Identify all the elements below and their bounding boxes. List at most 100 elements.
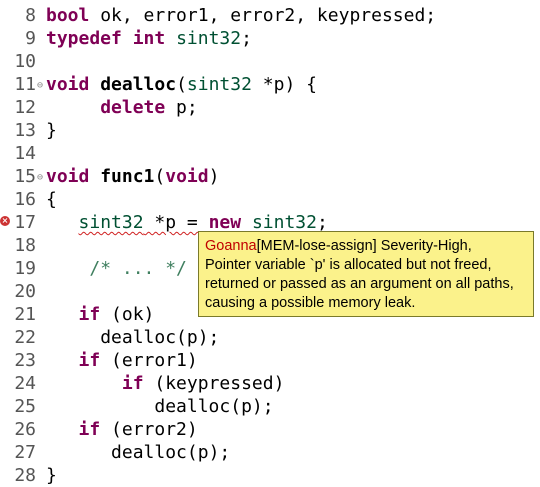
- code-line[interactable]: 9 typedef int sint32;: [0, 27, 540, 50]
- code-token: (ok): [100, 304, 155, 325]
- code-text: {: [46, 188, 57, 211]
- code-token: ok, error1, error2, keypressed;: [89, 5, 437, 26]
- keyword-token: delete: [100, 97, 166, 118]
- line-number: 14: [14, 143, 36, 164]
- code-token: ;: [241, 28, 252, 49]
- code-token: *p =: [143, 212, 209, 233]
- code-token: (: [176, 74, 187, 95]
- function-name-token: dealloc: [100, 74, 177, 95]
- line-number: 12: [14, 97, 36, 118]
- type-token: sint32: [251, 212, 317, 233]
- code-line[interactable]: 8 bool ok, error1, error2, keypressed;: [0, 4, 540, 27]
- code-token: (keypressed): [143, 373, 285, 394]
- line-number: 10: [14, 51, 36, 72]
- line-number: 25: [14, 396, 36, 417]
- line-number: 17: [14, 212, 36, 233]
- code-line[interactable]: 16 {: [0, 188, 540, 211]
- comment-token: /* ... */: [89, 258, 187, 279]
- code-token: ;: [316, 212, 328, 233]
- code-text: void func1(void): [46, 165, 219, 188]
- keyword-token: if: [78, 419, 101, 440]
- line-number: 18: [14, 235, 36, 256]
- line-number: 13: [14, 120, 36, 141]
- collapse-fold-icon[interactable]: ⊖: [37, 166, 43, 189]
- line-number: 15: [14, 166, 36, 187]
- line-number: 23: [14, 350, 36, 371]
- code-token: ): [208, 166, 220, 187]
- code-token: }: [46, 465, 57, 486]
- line-number: 20: [14, 281, 36, 302]
- line-number: 21: [14, 304, 36, 325]
- code-line[interactable]: 13}: [0, 119, 540, 142]
- code-token: dealloc(p);: [111, 442, 231, 463]
- line-number: 19: [14, 258, 36, 279]
- keyword-token: bool: [46, 5, 90, 26]
- keyword-token: int: [132, 28, 166, 49]
- code-text: bool ok, error1, error2, keypressed;: [46, 4, 436, 27]
- code-line[interactable]: 12 delete p;: [0, 96, 540, 119]
- code-token: (error1): [100, 350, 198, 371]
- code-text: /* ... */: [46, 257, 187, 280]
- code-text: if (ok): [46, 303, 155, 326]
- line-number: 9: [25, 28, 36, 49]
- tooltip-line-2: Pointer variable `p' is allocated but no…: [205, 257, 492, 273]
- type-token: sint32: [186, 74, 252, 95]
- tooltip-line-4: causing a possible memory leak.: [205, 295, 416, 311]
- type-token: sint32: [78, 212, 144, 233]
- code-text: dealloc(p);: [46, 326, 219, 349]
- code-text: }: [46, 119, 57, 142]
- code-token: dealloc(p);: [154, 396, 274, 417]
- code-text: if (error1): [46, 349, 198, 372]
- collapse-fold-icon[interactable]: ⊖: [37, 74, 43, 97]
- keyword-token: if: [121, 373, 144, 394]
- tooltip-source: Goanna: [205, 238, 257, 254]
- code-token: (error2): [100, 419, 198, 440]
- code-text: if (keypressed): [46, 372, 285, 395]
- line-number: 26: [14, 419, 36, 440]
- line-number: 8: [25, 5, 36, 26]
- code-token: {: [46, 189, 57, 210]
- code-line[interactable]: 15 ⊖ void func1(void): [0, 165, 540, 188]
- code-token: p;: [165, 97, 198, 118]
- keyword-token: void: [165, 166, 209, 187]
- code-text: if (error2): [46, 418, 198, 441]
- code-line[interactable]: 22 dealloc(p);: [0, 326, 540, 349]
- code-token: }: [46, 120, 57, 141]
- code-token: *p) {: [251, 74, 317, 95]
- code-token: dealloc(p);: [100, 327, 220, 348]
- code-token: (: [154, 166, 166, 187]
- code-line[interactable]: 23 if (error1): [0, 349, 540, 372]
- code-line[interactable]: 27 dealloc(p);: [0, 441, 540, 464]
- code-text: typedef int sint32;: [46, 27, 252, 50]
- code-line[interactable]: 25 dealloc(p);: [0, 395, 540, 418]
- function-name-token: func1: [100, 166, 155, 187]
- tooltip-rule: [MEM-lose-assign] Severity-High,: [256, 238, 472, 254]
- line-number: 16: [14, 189, 36, 210]
- keyword-token: typedef: [46, 28, 122, 49]
- line-number: 24: [14, 373, 36, 394]
- line-number: 11: [14, 74, 36, 95]
- code-line[interactable]: 14: [0, 142, 540, 165]
- line-number: 27: [14, 442, 36, 463]
- line-number: 22: [14, 327, 36, 348]
- code-text: void dealloc(sint32 *p) {: [46, 73, 317, 96]
- code-text: dealloc(p);: [46, 441, 230, 464]
- code-line[interactable]: 10: [0, 50, 540, 73]
- keyword-token: void: [46, 74, 90, 95]
- code-line[interactable]: 11 ⊖ void dealloc(sint32 *p) {: [0, 73, 540, 96]
- code-text: dealloc(p);: [46, 395, 274, 418]
- type-token: sint32: [176, 28, 242, 49]
- keyword-token: new: [208, 212, 242, 233]
- keyword-token: void: [46, 166, 90, 187]
- code-line[interactable]: 24 if (keypressed): [0, 372, 540, 395]
- code-line[interactable]: 26 if (error2): [0, 418, 540, 441]
- tooltip-line-1: Goanna[MEM-lose-assign] Severity-High,: [205, 237, 527, 256]
- code-text: delete p;: [46, 96, 198, 119]
- keyword-token: if: [78, 304, 101, 325]
- tooltip-line-3: returned or passed as an argument on all…: [205, 276, 514, 292]
